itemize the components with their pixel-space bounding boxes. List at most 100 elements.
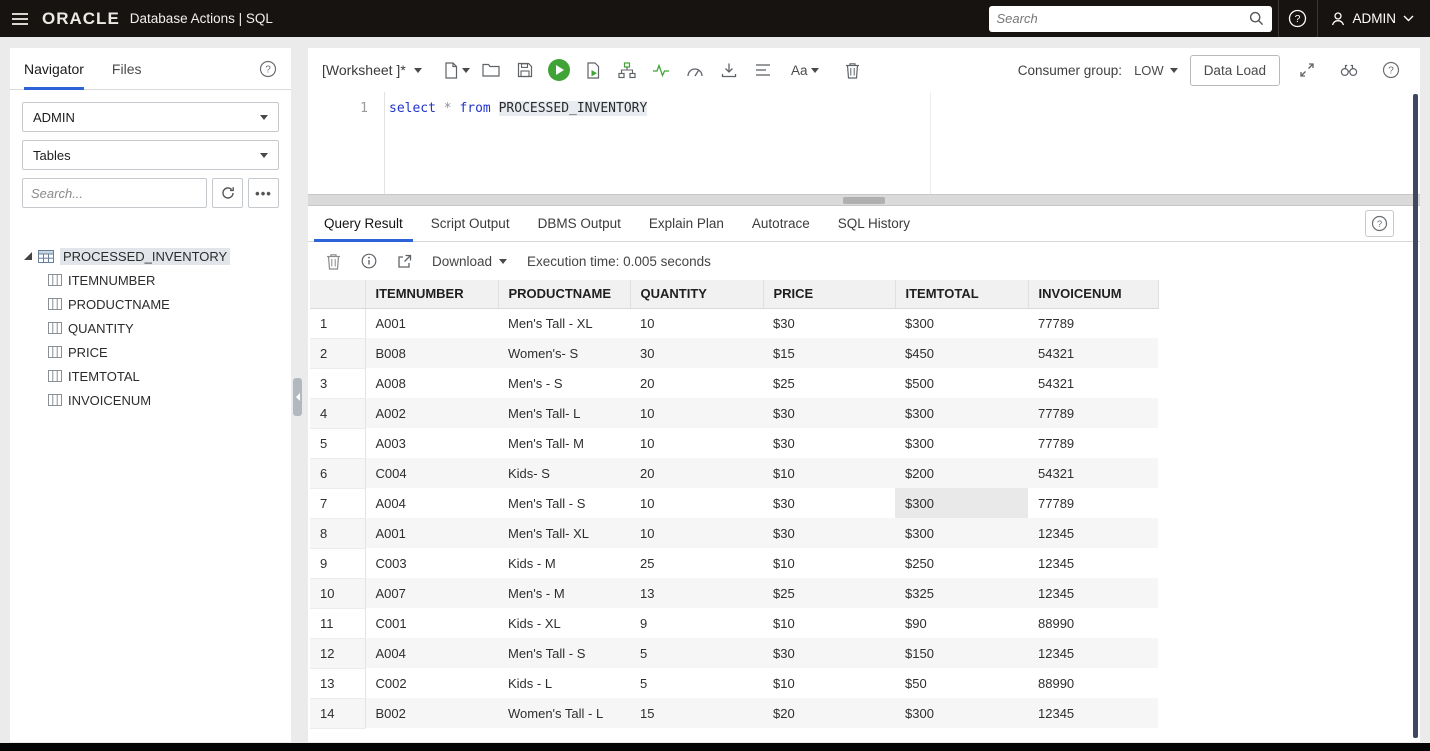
grid-cell[interactable]: Men's Tall- M xyxy=(498,428,630,458)
grid-cell[interactable]: A001 xyxy=(365,308,498,338)
expand-editor-button[interactable] xyxy=(1292,56,1322,84)
sidebar-help-button[interactable]: ? xyxy=(259,60,277,78)
grid-cell[interactable]: $300 xyxy=(895,518,1028,548)
row-number-cell[interactable]: 12 xyxy=(310,638,366,669)
grid-cell[interactable]: 88990 xyxy=(1028,608,1158,638)
grid-cell[interactable]: $300 xyxy=(895,428,1028,458)
grid-cell[interactable]: $10 xyxy=(763,608,895,638)
results-tab-query-result[interactable]: Query Result xyxy=(310,206,417,242)
grid-cell[interactable]: $50 xyxy=(895,668,1028,698)
find-replace-button[interactable] xyxy=(1334,56,1364,84)
grid-cell[interactable]: Men's Tall - S xyxy=(498,638,630,668)
grid-cell[interactable]: $250 xyxy=(895,548,1028,578)
row-number-cell[interactable]: 6 xyxy=(310,458,366,489)
schema-select[interactable]: ADMIN xyxy=(22,102,279,132)
grid-cell[interactable]: 15 xyxy=(630,698,763,728)
tree-item-column[interactable]: QUANTITY xyxy=(24,316,291,340)
results-tab-explain-plan[interactable]: Explain Plan xyxy=(635,206,738,241)
grid-cell[interactable]: 13 xyxy=(630,578,763,608)
grid-cell[interactable]: Women's- S xyxy=(498,338,630,368)
worksheet-menu-button[interactable]: [Worksheet ]* xyxy=(322,62,422,78)
grid-cell[interactable]: Men's Tall- L xyxy=(498,398,630,428)
grid-cell[interactable]: A001 xyxy=(365,518,498,548)
new-worksheet-button[interactable] xyxy=(442,56,472,84)
help-button[interactable]: ? xyxy=(1277,0,1318,37)
grid-cell[interactable]: $30 xyxy=(763,398,895,428)
grid-cell[interactable]: $450 xyxy=(895,338,1028,368)
grid-cell[interactable]: 77789 xyxy=(1028,398,1158,428)
grid-cell[interactable]: 12345 xyxy=(1028,638,1158,668)
data-load-button[interactable]: Data Load xyxy=(1189,54,1280,86)
grid-cell[interactable]: $90 xyxy=(895,608,1028,638)
grid-cell[interactable]: 77789 xyxy=(1028,428,1158,458)
row-number-cell[interactable]: 9 xyxy=(310,548,366,579)
row-number-cell[interactable]: 14 xyxy=(310,698,366,729)
grid-column-header[interactable]: PRICE xyxy=(763,280,896,309)
grid-cell[interactable]: $15 xyxy=(763,338,895,368)
sql-tuning-button[interactable] xyxy=(680,56,710,84)
grid-cell[interactable]: 20 xyxy=(630,368,763,398)
grid-cell[interactable]: $150 xyxy=(895,638,1028,668)
grid-cell[interactable]: $30 xyxy=(763,428,895,458)
splitter-handle[interactable] xyxy=(843,197,885,204)
grid-cell[interactable]: Men's - M xyxy=(498,578,630,608)
grid-column-header[interactable]: QUANTITY xyxy=(630,280,764,309)
grid-cell[interactable]: $300 xyxy=(895,488,1028,518)
global-search[interactable] xyxy=(988,5,1272,32)
grid-cell[interactable]: $300 xyxy=(895,308,1028,338)
grid-cell[interactable]: $30 xyxy=(763,638,895,668)
code-area[interactable]: select * from PROCESSED_INVENTORY xyxy=(384,92,1420,194)
vertical-scrollbar[interactable] xyxy=(1413,94,1418,738)
object-search-input[interactable] xyxy=(22,178,207,208)
grid-cell[interactable]: 5 xyxy=(630,638,763,668)
grid-cell[interactable]: 12345 xyxy=(1028,548,1158,578)
grid-cell[interactable]: 54321 xyxy=(1028,368,1158,398)
grid-cell[interactable]: $25 xyxy=(763,578,895,608)
editor-results-splitter[interactable] xyxy=(308,194,1420,206)
grid-cell[interactable]: Men's Tall- XL xyxy=(498,518,630,548)
font-size-button[interactable]: Aa xyxy=(790,56,820,84)
row-number-cell[interactable]: 7 xyxy=(310,488,366,519)
grid-cell[interactable]: $300 xyxy=(895,398,1028,428)
run-statement-button[interactable] xyxy=(544,56,574,84)
row-number-cell[interactable]: 13 xyxy=(310,668,366,699)
grid-cell[interactable]: A007 xyxy=(365,578,498,608)
grid-cell[interactable]: $300 xyxy=(895,698,1028,728)
grid-cell[interactable]: $25 xyxy=(763,368,895,398)
grid-cell[interactable]: C001 xyxy=(365,608,498,638)
grid-cell[interactable]: Men's Tall - XL xyxy=(498,308,630,338)
grid-cell[interactable]: 77789 xyxy=(1028,488,1158,518)
sql-editor[interactable]: 1 select * from PROCESSED_INVENTORY xyxy=(308,92,1420,194)
results-tab-sql-history[interactable]: SQL History xyxy=(824,206,924,241)
grid-cell[interactable]: B008 xyxy=(365,338,498,368)
tree-item-column[interactable]: ITEMTOTAL xyxy=(24,364,291,388)
autotrace-button[interactable] xyxy=(646,56,676,84)
run-script-button[interactable] xyxy=(578,56,608,84)
row-number-cell[interactable]: 1 xyxy=(310,308,366,339)
download-worksheet-button[interactable] xyxy=(714,56,744,84)
grid-cell[interactable]: A003 xyxy=(365,428,498,458)
grid-cell[interactable]: 5 xyxy=(630,668,763,698)
row-number-cell[interactable]: 10 xyxy=(310,578,366,609)
results-tab-script-output[interactable]: Script Output xyxy=(417,206,524,241)
grid-cell[interactable]: Women's Tall - L xyxy=(498,698,630,728)
worksheet-help-button[interactable]: ? xyxy=(1376,56,1406,84)
tree-item-column[interactable]: PRICE xyxy=(24,340,291,364)
row-number-cell[interactable]: 8 xyxy=(310,518,366,549)
format-button[interactable] xyxy=(748,56,778,84)
grid-cell[interactable]: Kids - L xyxy=(498,668,630,698)
grid-cell[interactable]: Kids- S xyxy=(498,458,630,488)
grid-column-header[interactable]: PRODUCTNAME xyxy=(498,280,631,309)
explain-plan-button[interactable] xyxy=(612,56,642,84)
grid-cell[interactable]: A004 xyxy=(365,488,498,518)
menu-icon[interactable] xyxy=(12,12,28,25)
grid-cell[interactable]: C002 xyxy=(365,668,498,698)
row-number-cell[interactable]: 2 xyxy=(310,338,366,369)
grid-cell[interactable]: $325 xyxy=(895,578,1028,608)
grid-column-header[interactable]: ITEMNUMBER xyxy=(365,280,499,309)
grid-column-header[interactable]: ITEMTOTAL xyxy=(895,280,1029,309)
save-button[interactable] xyxy=(510,56,540,84)
grid-cell[interactable]: 30 xyxy=(630,338,763,368)
grid-cell[interactable]: 12345 xyxy=(1028,578,1158,608)
refresh-button[interactable] xyxy=(212,178,243,208)
